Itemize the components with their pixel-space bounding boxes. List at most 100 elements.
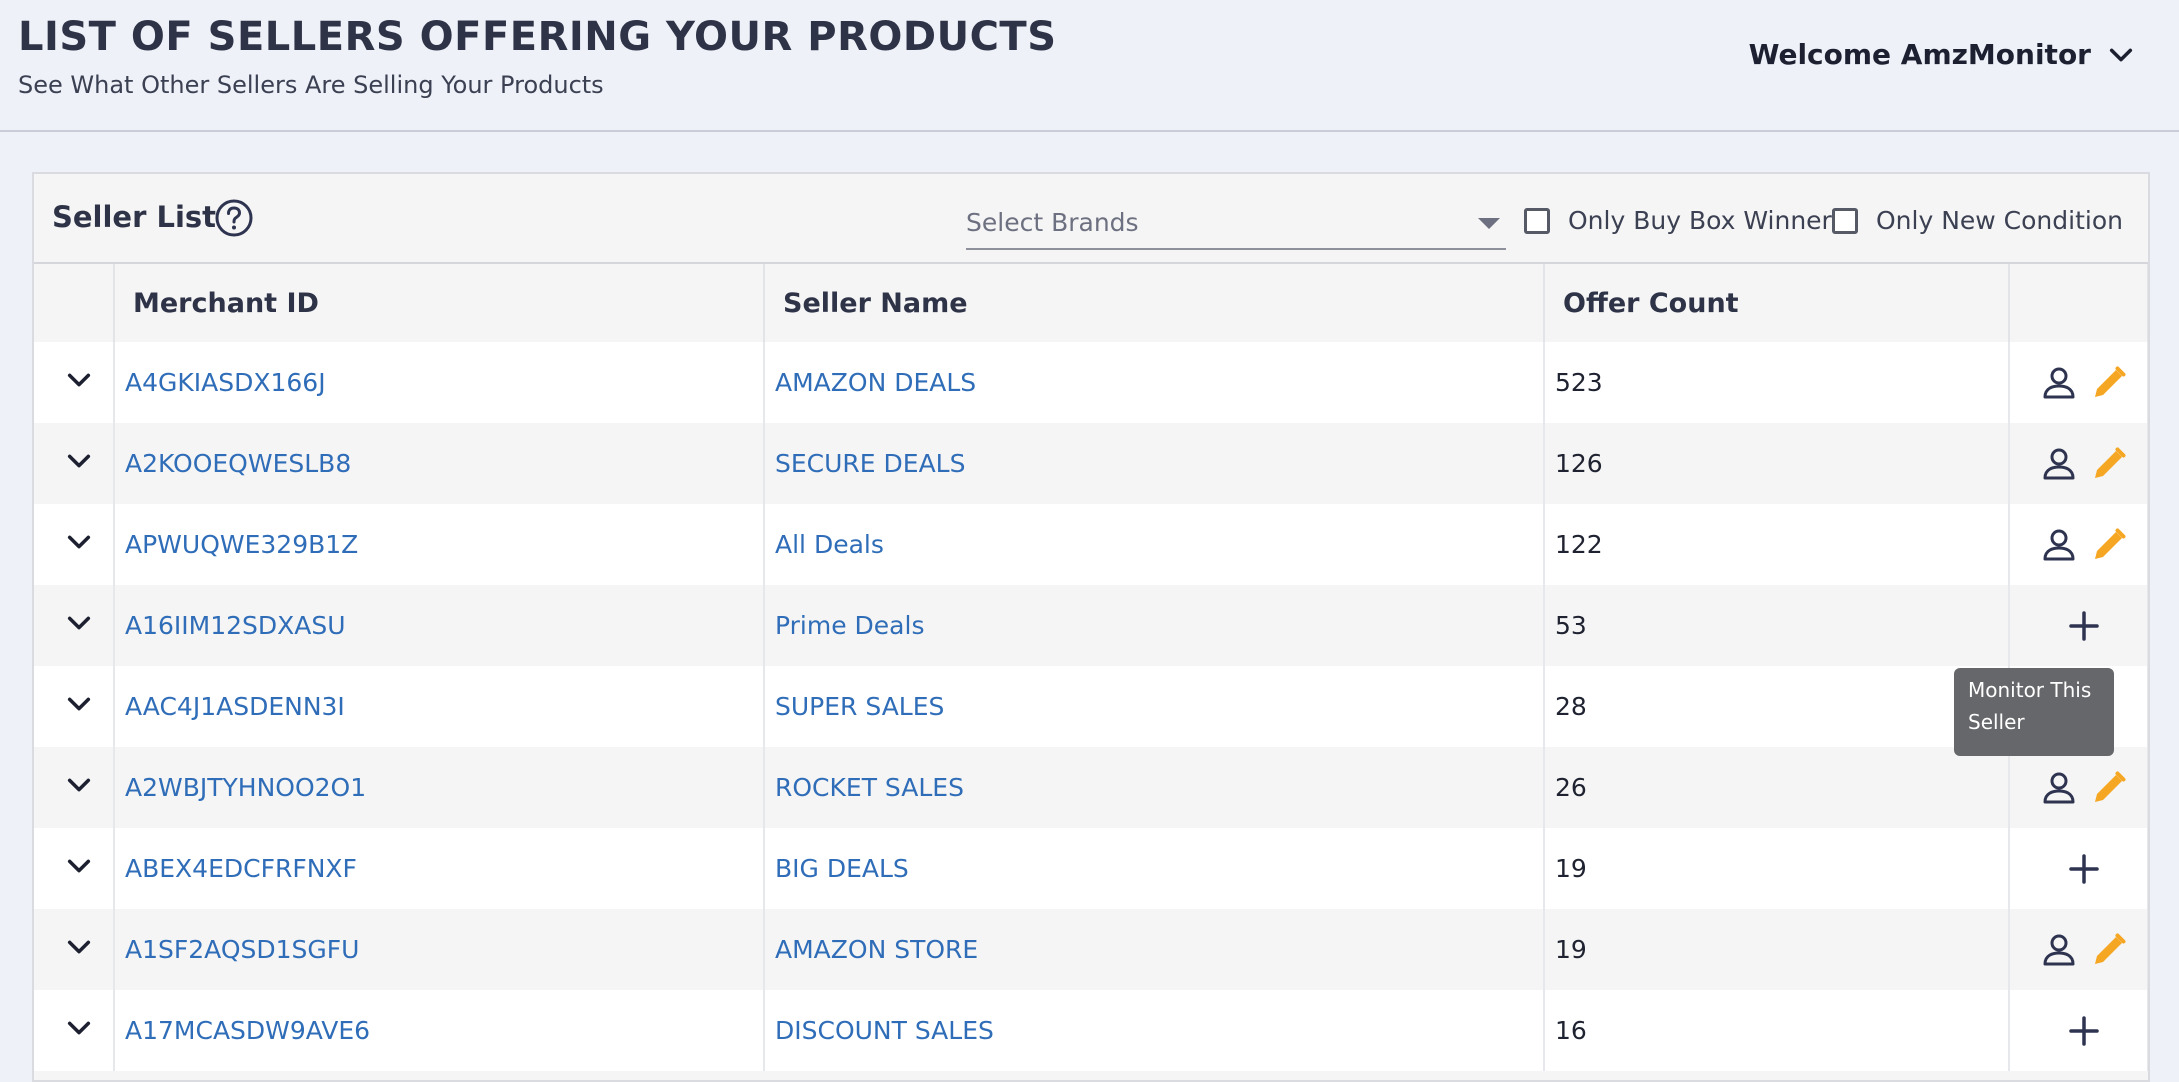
- merchant-id-link[interactable]: APWUQWE329B1Z: [125, 530, 358, 559]
- checkbox-box[interactable]: [1832, 207, 1858, 234]
- seller-table: Merchant ID Seller Name Offer Count A4GK…: [34, 264, 2148, 1071]
- seller-name-cell: BIG DEALS: [764, 828, 1545, 909]
- column-header-seller-name[interactable]: Seller Name: [764, 264, 1545, 342]
- expand-cell: [34, 990, 115, 1071]
- offer-count: 19: [1555, 854, 1587, 883]
- brand-select-placeholder: Select Brands: [966, 208, 1139, 237]
- offer-count: 28: [1555, 692, 1587, 721]
- seller-name-link[interactable]: Prime Deals: [775, 611, 924, 640]
- chevron-down-icon[interactable]: [65, 857, 93, 886]
- expand-column-header: [34, 264, 115, 342]
- card-title: Seller List: [52, 200, 217, 234]
- chevron-down-icon[interactable]: [65, 533, 93, 562]
- add-monitor-icon[interactable]: [2064, 1011, 2104, 1051]
- edit-icon[interactable]: [2089, 525, 2129, 565]
- merchant-id-cell: APWUQWE329B1Z: [114, 504, 765, 585]
- expand-cell: [34, 828, 115, 909]
- seller-name-link[interactable]: SECURE DEALS: [775, 449, 965, 478]
- seller-name-link[interactable]: AMAZON DEALS: [775, 368, 976, 397]
- table-header-row: Merchant ID Seller Name Offer Count: [34, 264, 2148, 342]
- new-condition-checkbox[interactable]: Only New Condition: [1832, 206, 2123, 235]
- edit-icon[interactable]: [2089, 444, 2129, 484]
- merchant-id-cell: A2KOOEQWESLB8: [114, 423, 765, 504]
- seller-name-link[interactable]: DISCOUNT SALES: [775, 1016, 994, 1045]
- seller-name-cell: DISCOUNT SALES: [764, 990, 1545, 1071]
- actions-column-header: [2009, 264, 2148, 342]
- buy-box-winner-checkbox[interactable]: Only Buy Box Winner: [1524, 206, 1832, 235]
- offer-count-cell: 19: [1544, 909, 2010, 990]
- page-title: LIST OF SELLERS OFFERING YOUR PRODUCTS: [18, 14, 1057, 60]
- row-actions: [2009, 504, 2148, 585]
- page-header: LIST OF SELLERS OFFERING YOUR PRODUCTS S…: [0, 0, 2179, 132]
- offer-count-cell: 523: [1544, 342, 2010, 423]
- seller-profile-icon[interactable]: [2039, 930, 2079, 970]
- brand-select[interactable]: Select Brands: [966, 204, 1506, 250]
- offer-count: 19: [1555, 935, 1587, 964]
- merchant-id-link[interactable]: A17MCASDW9AVE6: [125, 1016, 370, 1045]
- chevron-down-icon[interactable]: [65, 371, 93, 400]
- merchant-id-link[interactable]: A1SF2AQSD1SGFU: [125, 935, 359, 964]
- seller-name-cell: SUPER SALES: [764, 666, 1545, 747]
- seller-name-cell: ROCKET SALES: [764, 747, 1545, 828]
- tooltip: Monitor This Seller: [1954, 668, 2114, 756]
- row-actions: [2009, 342, 2148, 423]
- help-icon[interactable]: [214, 198, 254, 238]
- seller-name-link[interactable]: SUPER SALES: [775, 692, 944, 721]
- add-monitor-icon[interactable]: [2064, 606, 2104, 646]
- table-row: ABEX4EDCFRFNXF BIG DEALS 19: [34, 828, 2148, 909]
- offer-count-cell: 122: [1544, 504, 2010, 585]
- expand-cell: [34, 504, 115, 585]
- row-actions: [2009, 423, 2148, 504]
- offer-count-cell: 53: [1544, 585, 2010, 666]
- table-row: A1SF2AQSD1SGFU AMAZON STORE 19: [34, 909, 2148, 990]
- offer-count-cell: 28: [1544, 666, 2010, 747]
- seller-name-link[interactable]: ROCKET SALES: [775, 773, 964, 802]
- chevron-down-icon[interactable]: [65, 452, 93, 481]
- offer-count-cell: 126: [1544, 423, 2010, 504]
- seller-name-link[interactable]: All Deals: [775, 530, 884, 559]
- offer-count-cell: 16: [1544, 990, 2010, 1071]
- chevron-down-icon[interactable]: [65, 776, 93, 805]
- offer-count: 126: [1555, 449, 1603, 478]
- buy-box-winner-label: Only Buy Box Winner: [1568, 206, 1832, 235]
- table-row: A2KOOEQWESLB8 SECURE DEALS 126: [34, 423, 2148, 504]
- seller-profile-icon[interactable]: [2039, 525, 2079, 565]
- offer-count: 16: [1555, 1016, 1587, 1045]
- merchant-id-link[interactable]: A2KOOEQWESLB8: [125, 449, 351, 478]
- merchant-id-link[interactable]: ABEX4EDCFRFNXF: [125, 854, 357, 883]
- row-actions: [2009, 585, 2148, 666]
- expand-cell: [34, 666, 115, 747]
- seller-name-cell: AMAZON STORE: [764, 909, 1545, 990]
- expand-cell: [34, 909, 115, 990]
- column-header-merchant-id[interactable]: Merchant ID: [114, 264, 765, 342]
- edit-icon[interactable]: [2089, 768, 2129, 808]
- chevron-down-icon[interactable]: [65, 695, 93, 724]
- chevron-down-icon[interactable]: [65, 1019, 93, 1048]
- expand-cell: [34, 585, 115, 666]
- seller-profile-icon[interactable]: [2039, 363, 2079, 403]
- merchant-id-link[interactable]: A4GKIASDX166J: [125, 368, 326, 397]
- column-header-offer-count[interactable]: Offer Count: [1544, 264, 2010, 342]
- checkbox-box[interactable]: [1524, 207, 1550, 234]
- card-toolbar: Seller List Select Brands Only Buy Box W…: [34, 174, 2148, 264]
- seller-profile-icon[interactable]: [2039, 444, 2079, 484]
- merchant-id-cell: A4GKIASDX166J: [114, 342, 765, 423]
- merchant-id-cell: A2WBJTYHNOO2O1: [114, 747, 765, 828]
- seller-name-link[interactable]: AMAZON STORE: [775, 935, 978, 964]
- seller-name-link[interactable]: BIG DEALS: [775, 854, 909, 883]
- seller-profile-icon[interactable]: [2039, 768, 2079, 808]
- row-actions: [2009, 828, 2148, 909]
- merchant-id-link[interactable]: A16IIM12SDXASU: [125, 611, 346, 640]
- user-menu[interactable]: Welcome AmzMonitor: [1749, 38, 2135, 71]
- table-row: A4GKIASDX166J AMAZON DEALS 523: [34, 342, 2148, 423]
- table-row: AAC4J1ASDENN3I SUPER SALES 28: [34, 666, 2148, 747]
- edit-icon[interactable]: [2089, 363, 2129, 403]
- chevron-down-icon[interactable]: [65, 938, 93, 967]
- merchant-id-link[interactable]: AAC4J1ASDENN3I: [125, 692, 345, 721]
- merchant-id-link[interactable]: A2WBJTYHNOO2O1: [125, 773, 366, 802]
- table-row: APWUQWE329B1Z All Deals 122: [34, 504, 2148, 585]
- add-monitor-icon[interactable]: [2064, 849, 2104, 889]
- row-actions: [2009, 990, 2148, 1071]
- chevron-down-icon[interactable]: [65, 614, 93, 643]
- edit-icon[interactable]: [2089, 930, 2129, 970]
